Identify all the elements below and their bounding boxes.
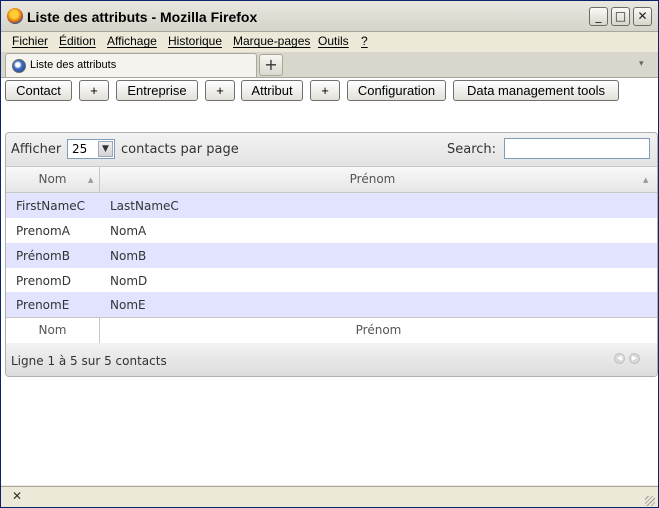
plus-icon: + (264, 55, 278, 74)
column-header-nom[interactable]: Nom (6, 167, 99, 192)
next-page-icon[interactable]: ▶ (629, 353, 640, 364)
contact-button[interactable]: Contact (5, 80, 72, 101)
table-header: Nom ▲ Prénom ▲ (6, 167, 657, 193)
page-length-select[interactable]: 25 ▼ (67, 139, 115, 159)
menu-marque-pages[interactable]: Marque-pages (233, 34, 310, 48)
browser-window: Liste des attributs - Mozilla Firefox _ … (0, 0, 659, 508)
table-footer: Nom Prénom (6, 317, 657, 344)
close-findbar-icon[interactable]: ✕ (12, 489, 22, 503)
menu-fichier[interactable]: Fichier (12, 34, 48, 48)
length-prefix-label: Afficher (11, 142, 62, 157)
search-input[interactable] (504, 138, 650, 159)
table-row[interactable]: PrenomD NomD (6, 268, 657, 293)
data-management-tools-button[interactable]: Data management tools (453, 80, 619, 101)
table-row[interactable]: PrenomA NomA (6, 218, 657, 243)
sort-icon: ▲ (643, 176, 649, 184)
add-contact-button[interactable]: + (79, 80, 109, 101)
sort-asc-icon: ▲ (88, 176, 94, 184)
resize-grip-icon[interactable] (645, 496, 655, 506)
new-tab-button[interactable]: + (259, 54, 283, 76)
entreprise-button[interactable]: Entreprise (116, 80, 198, 101)
table-controls: Afficher 25 ▼ contacts par page Search: (6, 133, 657, 167)
cell-prenom: NomD (110, 274, 148, 288)
cell-nom: PrénomB (16, 249, 70, 263)
status-bar: ✕ (1, 486, 658, 507)
cell-nom: PrenomA (16, 224, 70, 238)
cell-prenom: NomA (110, 224, 147, 238)
contacts-table-panel: Afficher 25 ▼ contacts par page Search: … (5, 132, 658, 377)
menu-help[interactable]: ? (361, 34, 368, 48)
chevron-down-icon[interactable]: ▼ (98, 141, 113, 157)
title-bar[interactable]: Liste des attributs - Mozilla Firefox _ … (1, 1, 658, 32)
table-row[interactable]: FirstNameC LastNameC (6, 193, 657, 218)
tab-label: Liste des attributs (30, 59, 117, 71)
maximize-button[interactable]: □ (611, 7, 630, 26)
tab-list-arrow-icon[interactable]: ▾ (639, 59, 644, 69)
cell-prenom: NomB (110, 249, 147, 263)
add-attribut-button[interactable]: + (310, 80, 340, 101)
column-header-label: Prénom (349, 172, 396, 186)
cell-prenom: LastNameC (110, 199, 179, 213)
table-row[interactable]: PrénomB NomB (6, 243, 657, 268)
minimize-icon: _ (595, 9, 602, 23)
tab-liste-des-attributs[interactable]: Liste des attributs (5, 53, 257, 77)
table-info-text: Ligne 1 à 5 sur 5 contacts (11, 354, 167, 368)
configuration-button[interactable]: Configuration (347, 80, 446, 101)
previous-page-icon[interactable]: ◀ (614, 353, 625, 364)
column-header-label: Nom (38, 172, 67, 186)
menu-affichage[interactable]: Affichage (107, 34, 157, 48)
close-icon: ✕ (637, 9, 648, 23)
minimize-button[interactable]: _ (589, 7, 608, 26)
window-title: Liste des attributs - Mozilla Firefox (27, 9, 258, 25)
table-row[interactable]: PrenomE NomE (6, 292, 657, 317)
search-label: Search: (447, 142, 497, 157)
maximize-icon: □ (614, 9, 627, 23)
tab-strip: Liste des attributs + ▾ (1, 52, 658, 78)
page-content: Contact + Entreprise + Attribut + Config… (1, 78, 658, 485)
add-entreprise-button[interactable]: + (205, 80, 235, 101)
column-footer-label: Nom (38, 323, 67, 337)
menu-bar: Fichier Édition Affichage Historique Mar… (1, 32, 658, 52)
cell-nom: PrenomD (16, 274, 71, 288)
close-button[interactable]: ✕ (633, 7, 652, 26)
column-footer-nom: Nom (6, 318, 99, 343)
menu-historique[interactable]: Historique (168, 34, 222, 48)
menu-outils[interactable]: Outils (318, 34, 349, 48)
column-footer-prenom: Prénom (100, 318, 657, 343)
page-length-value: 25 (72, 142, 88, 156)
cell-nom: FirstNameC (16, 199, 86, 213)
globe-icon (12, 59, 26, 73)
attribut-button[interactable]: Attribut (241, 80, 303, 101)
length-suffix-label: contacts par page (121, 142, 239, 157)
cell-nom: PrenomE (16, 298, 70, 312)
column-header-prenom[interactable]: Prénom (100, 167, 645, 192)
column-footer-label: Prénom (355, 323, 402, 337)
cell-prenom: NomE (110, 298, 146, 312)
menu-edition[interactable]: Édition (59, 34, 96, 48)
firefox-icon (7, 8, 23, 24)
table-info-bar: Ligne 1 à 5 sur 5 contacts ◀ ▶ (6, 343, 657, 376)
